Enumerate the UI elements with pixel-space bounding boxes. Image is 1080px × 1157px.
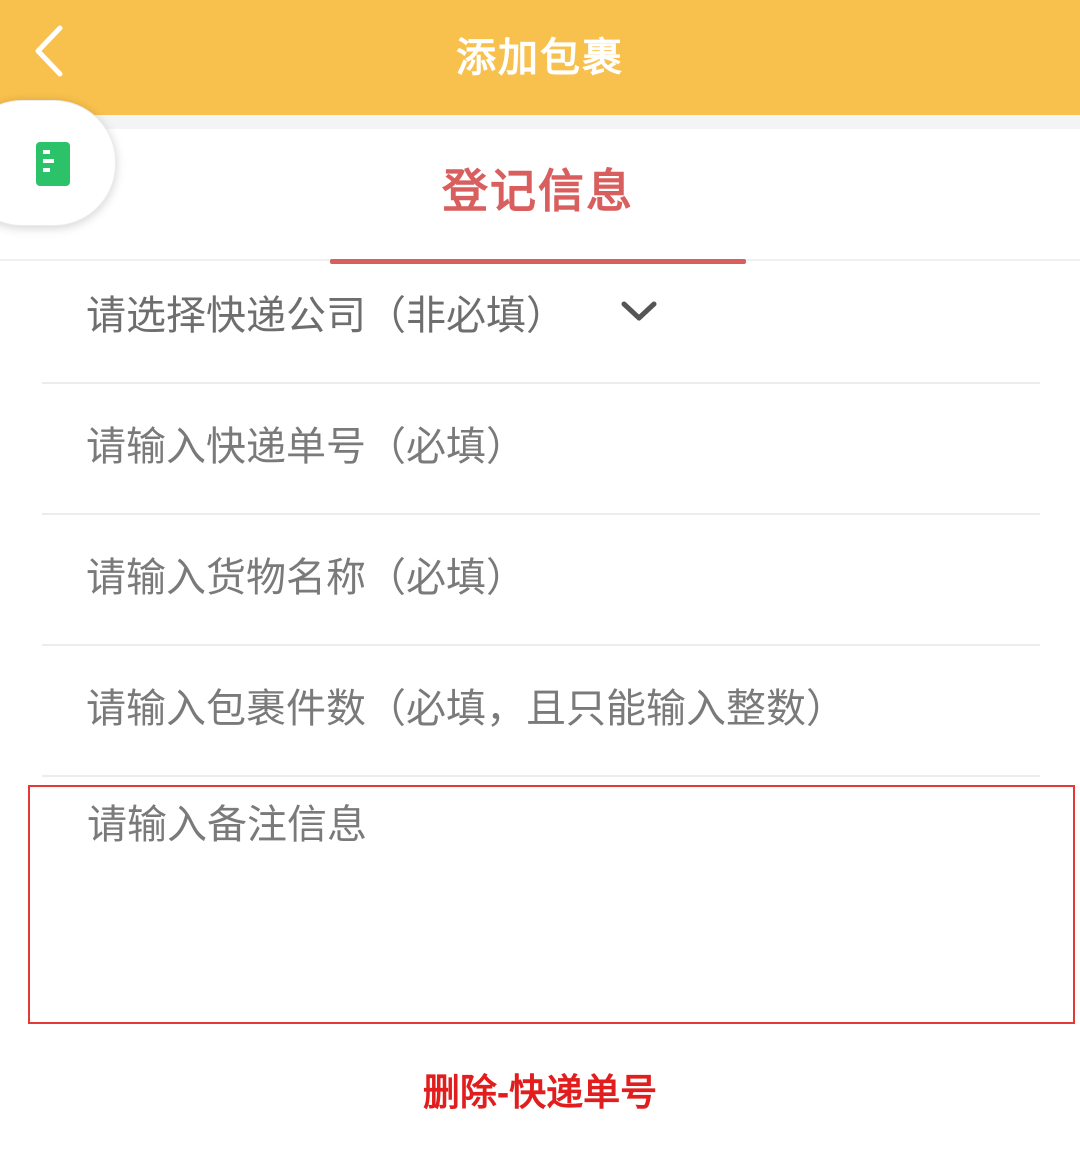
app-header: 添加包裹	[0, 0, 1080, 115]
remark-placeholder: 请输入备注信息	[87, 802, 367, 848]
tracking-number-placeholder: 请输入快递单号（必填）	[86, 424, 526, 470]
page-title: 添加包裹	[456, 35, 624, 81]
header-divider-band	[0, 115, 1080, 129]
goods-name-placeholder: 请输入货物名称（必填）	[86, 555, 526, 601]
goods-name-input[interactable]: 请输入货物名称（必填）	[42, 514, 1040, 646]
express-company-placeholder: 请选择快递公司（非必填）	[86, 293, 566, 339]
document-icon	[36, 142, 70, 186]
tracking-number-input[interactable]: 请输入快递单号（必填）	[42, 383, 1040, 515]
package-count-input[interactable]: 请输入包裹件数（必填，且只能输入整数）	[42, 645, 1040, 777]
remark-textarea[interactable]: 请输入备注信息	[28, 785, 1075, 1024]
express-company-select[interactable]: 请选择快递公司（非必填）	[42, 252, 1040, 384]
tab-bar: 登记信息	[0, 129, 1080, 264]
annotation-note: 删除-快递单号	[422, 1072, 658, 1113]
package-count-placeholder: 请输入包裹件数（必填，且只能输入整数）	[86, 686, 846, 732]
tab-register-info[interactable]: 登记信息	[330, 159, 746, 223]
chevron-down-icon	[621, 301, 657, 321]
